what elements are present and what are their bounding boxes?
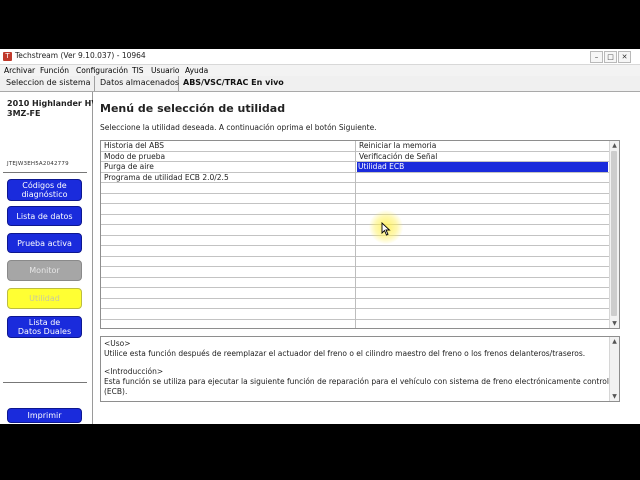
intro-text-line1: Esta función se utiliza para ejecutar la… (104, 377, 620, 386)
dtc-button-label-line2: diagnóstico (21, 190, 68, 199)
dtc-button[interactable]: Códigos de diagnóstico (7, 179, 82, 201)
vehicle-engine: 3MZ-FE (7, 109, 41, 118)
tab-bar: Seleccion de sistema Datos almacenados A… (0, 76, 640, 92)
scrollbar-thumb[interactable] (611, 151, 617, 316)
menu-ayuda[interactable]: Ayuda (185, 66, 208, 75)
scroll-down-icon[interactable]: ▼ (610, 319, 619, 328)
title-bar: T Techstream (Ver 9.10.037) - 10964 – □ … (0, 49, 640, 65)
utility-list: Historia del ABS Reiniciar la memoria Mo… (100, 140, 620, 329)
vehicle-vin: JTEJW3EH5A2042779 (7, 161, 69, 167)
dual-data-list-button[interactable]: Lista de Datos Duales (7, 316, 82, 338)
menu-usuario[interactable]: Usuario (151, 66, 180, 75)
sidebar-divider-bottom (3, 382, 87, 383)
menu-tis[interactable]: TIS (132, 66, 144, 75)
utility-item-historia-abs[interactable]: Historia del ABS (104, 141, 164, 151)
instruction-text: Seleccione la utilidad deseada. A contin… (100, 123, 377, 132)
page-title: Menú de selección de utilidad (100, 102, 286, 115)
print-button[interactable]: Imprimir (7, 408, 82, 423)
monitor-button[interactable]: Monitor (7, 260, 82, 281)
main-panel: Menú de selección de utilidad Seleccione… (93, 92, 640, 424)
dual-data-list-label-line1: Lista de (28, 318, 61, 327)
letterbox-bottom (0, 424, 640, 480)
tab-seleccion-de-sistema[interactable]: Seleccion de sistema (2, 76, 95, 91)
utility-item-modo-prueba[interactable]: Modo de prueba (104, 152, 165, 162)
active-test-button[interactable]: Prueba activa (7, 233, 82, 253)
column-divider (355, 141, 356, 328)
description-scrollbar[interactable]: ▲ ▼ (609, 337, 619, 401)
utility-item-verificacion-senal[interactable]: Verificación de Señal (359, 152, 437, 162)
data-list-button[interactable]: Lista de datos (7, 206, 82, 226)
sidebar-divider (3, 172, 87, 173)
vehicle-model: 2010 Highlander HV (7, 99, 98, 108)
desc-scroll-down-icon[interactable]: ▼ (610, 392, 619, 401)
minimize-button[interactable]: – (590, 51, 603, 63)
tab-abs-vsc-trac-en-vivo[interactable]: ABS/VSC/TRAC En vivo (179, 76, 289, 91)
vehicle-info: 2010 Highlander HV 3MZ-FE (7, 99, 98, 119)
intro-text-line2: (ECB). (104, 387, 128, 396)
menu-archivar[interactable]: Archivar (4, 66, 35, 75)
utility-item-ecb-selected[interactable]: Utilidad ECB (357, 162, 608, 172)
menu-bar: Archivar Función Configuración TIS Usuar… (0, 65, 640, 76)
utility-item-purga-aire[interactable]: Purga de aire (104, 162, 154, 172)
dual-data-list-label-line2: Datos Duales (17, 327, 72, 336)
description-box: <Uso> Utilice esta función después de re… (100, 336, 620, 402)
utility-item-programa-ecb[interactable]: Programa de utilidad ECB 2.0/2.5 (104, 173, 229, 183)
uso-text: Utilice esta función después de reemplaz… (104, 349, 586, 358)
window-title: Techstream (Ver 9.10.037) - 10964 (15, 51, 146, 60)
dtc-button-label-line1: Códigos de (22, 181, 67, 190)
uso-header: <Uso> (104, 339, 131, 348)
utility-list-scrollbar[interactable]: ▲ ▼ (609, 141, 619, 328)
menu-configuracion[interactable]: Configuración (76, 66, 128, 75)
menu-funcion[interactable]: Función (40, 66, 69, 75)
maximize-button[interactable]: □ (604, 51, 617, 63)
techstream-app-icon: T (3, 52, 12, 61)
techstream-window: T Techstream (Ver 9.10.037) - 10964 – □ … (0, 49, 640, 424)
tab-datos-almacenados[interactable]: Datos almacenados (96, 76, 179, 91)
sidebar: 2010 Highlander HV 3MZ-FE JTEJW3EH5A2042… (0, 92, 98, 424)
utility-button[interactable]: Utilidad (7, 288, 82, 309)
utility-item-reiniciar-memoria[interactable]: Reiniciar la memoria (359, 141, 436, 151)
desc-scroll-up-icon[interactable]: ▲ (610, 337, 619, 346)
close-button[interactable]: ✕ (618, 51, 631, 63)
intro-header: <Introducción> (104, 367, 164, 376)
scroll-up-icon[interactable]: ▲ (610, 141, 619, 150)
